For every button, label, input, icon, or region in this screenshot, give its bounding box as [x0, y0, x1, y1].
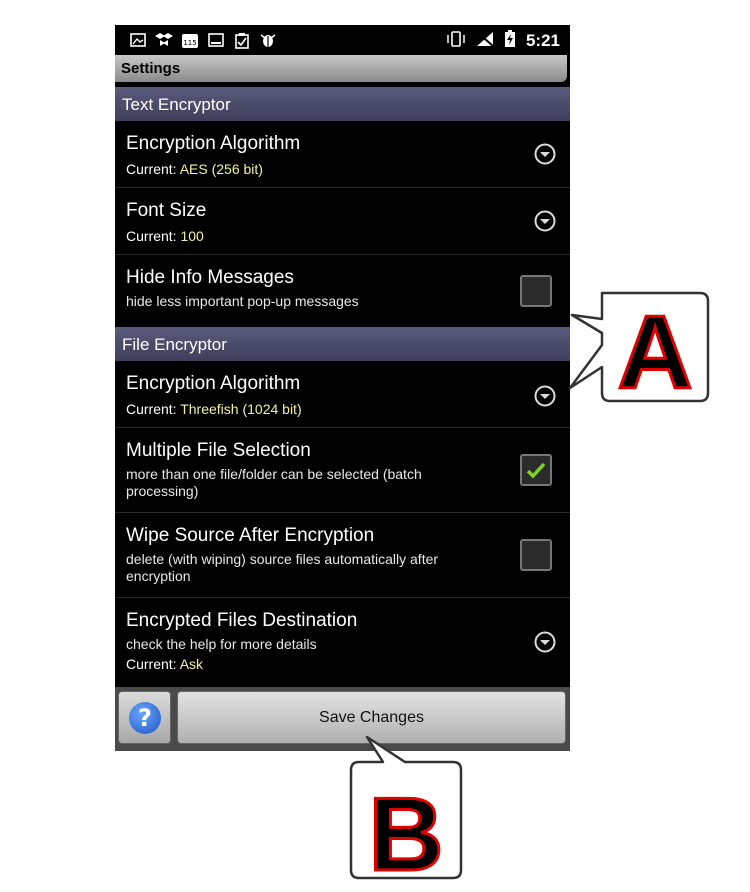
setting-description: hide less important pop-up messages	[126, 293, 359, 309]
no-signal-icon	[476, 30, 494, 52]
setting-title: Font Size	[126, 200, 207, 221]
title-bar: Settings	[115, 55, 567, 82]
setting-file-encryption-algorithm[interactable]: Encryption Algorithm Current: Threefish …	[115, 361, 570, 428]
dropbox-icon	[155, 31, 173, 49]
callout-a-letter: A	[617, 295, 692, 410]
status-bar: 115 5:21	[115, 25, 570, 55]
setting-title: Encrypted Files Destination	[126, 610, 358, 631]
callout-a: A	[568, 291, 710, 410]
vibrate-icon	[446, 30, 466, 52]
setting-wipe-source[interactable]: Wipe Source After Encryption delete (wit…	[115, 513, 570, 598]
setting-current: Current: Threefish (1024 bit)	[126, 401, 302, 417]
bottom-bar: ? Save Changes	[115, 687, 570, 751]
setting-encrypted-files-destination[interactable]: Encrypted Files Destination check the he…	[115, 598, 570, 686]
setting-current: Current: 100	[126, 228, 204, 244]
setting-multiple-file-selection[interactable]: Multiple File Selection more than one fi…	[115, 428, 570, 513]
current-label: Current:	[126, 161, 180, 177]
multiple-selection-checkbox[interactable]	[520, 454, 552, 486]
clock-time: 5:21	[525, 31, 560, 50]
bug-icon	[259, 31, 277, 49]
wipe-source-checkbox[interactable]	[520, 539, 552, 571]
dropdown-arrow-icon[interactable]	[534, 210, 556, 232]
current-value: Threefish (1024 bit)	[180, 401, 302, 417]
setting-description: delete (with wiping) source files automa…	[126, 551, 439, 584]
setting-description: check the help for more details	[126, 636, 317, 652]
help-button[interactable]: ?	[118, 691, 171, 744]
setting-title: Encryption Algorithm	[126, 133, 301, 154]
section-header-label: File Encryptor	[122, 335, 227, 354]
callout-b-letter: B	[368, 777, 443, 880]
photo-icon	[207, 31, 225, 49]
current-label: Current:	[126, 228, 181, 244]
setting-title: Multiple File Selection	[126, 440, 311, 461]
setting-title: Wipe Source After Encryption	[126, 525, 375, 546]
help-icon: ?	[129, 702, 161, 734]
current-value: Ask	[179, 656, 204, 672]
setting-title: Hide Info Messages	[126, 267, 294, 288]
callout-b: B	[349, 735, 463, 880]
setting-current: Current: AES (256 bit)	[126, 161, 263, 177]
section-header-label: Text Encryptor	[122, 95, 231, 114]
current-label: Current:	[126, 656, 180, 672]
setting-description: more than one file/folder can be selecte…	[126, 466, 422, 499]
dropdown-arrow-icon[interactable]	[534, 143, 556, 165]
page-title: Settings	[121, 60, 181, 77]
current-value: 100	[180, 228, 204, 244]
dropdown-arrow-icon[interactable]	[534, 385, 556, 407]
image-icon	[129, 31, 147, 49]
setting-current: Current: Ask	[126, 656, 203, 672]
setting-font-size[interactable]: Font Size Current: 100	[115, 188, 570, 255]
checkmark-icon	[526, 462, 546, 479]
section-header-text-encryptor: Text Encryptor	[115, 87, 570, 121]
calendar-day-text: 115	[183, 39, 196, 47]
hide-info-checkbox[interactable]	[520, 275, 552, 307]
setting-text-encryption-algorithm[interactable]: Encryption Algorithm Current: AES (256 b…	[115, 121, 570, 188]
section-header-file-encryptor: File Encryptor	[115, 327, 570, 361]
calendar-icon: 115	[181, 31, 199, 49]
battery-icon	[504, 30, 516, 52]
setting-title: Encryption Algorithm	[126, 373, 301, 394]
dropdown-arrow-icon[interactable]	[534, 631, 556, 653]
current-label: Current:	[126, 401, 181, 417]
current-value: AES (256 bit)	[179, 161, 263, 177]
setting-hide-info-messages[interactable]: Hide Info Messages hide less important p…	[115, 255, 570, 326]
phone-screen: 115 5:21 Settings Text Encryptor Encrypt…	[115, 25, 570, 751]
clipboard-icon	[233, 31, 251, 49]
